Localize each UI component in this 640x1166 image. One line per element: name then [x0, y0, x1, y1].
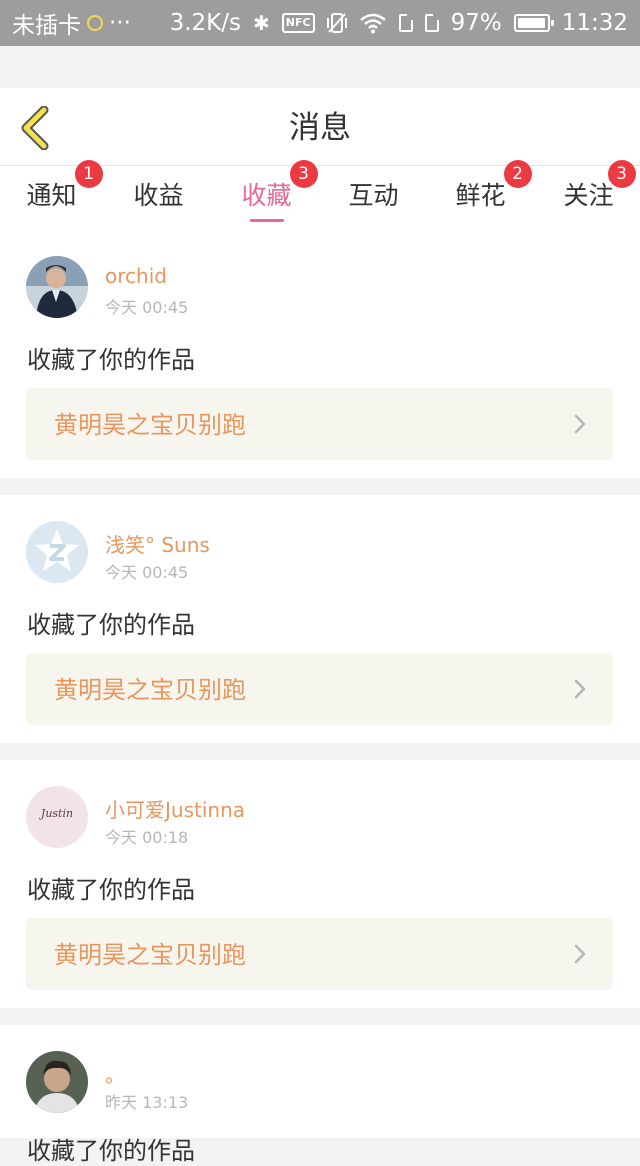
battery-percent: 97% [450, 10, 502, 36]
tab-favorites[interactable]: 收藏 3 [213, 160, 320, 230]
clock: 11:32 [561, 10, 628, 36]
work-link[interactable]: 黄明昊之宝贝别跑 [26, 918, 613, 990]
carrier-label: 未插卡 [12, 13, 81, 39]
more-dots: ··· [109, 10, 131, 36]
username[interactable]: 。 [105, 1059, 125, 1088]
tab-badge: 3 [289, 160, 318, 188]
tab-label: 收益 [133, 181, 184, 210]
sim2-icon [424, 14, 439, 32]
bluetooth-icon: ✱ [253, 11, 270, 35]
message-card: Justin 小可爱Justinna 今天 00:18 收藏了你的作品 黄明昊之… [0, 760, 640, 1008]
message-card: orchid 今天 00:45 收藏了你的作品 黄明昊之宝贝别跑 [0, 230, 640, 478]
action-text: 收藏了你的作品 [27, 346, 195, 374]
work-link[interactable]: 黄明昊之宝贝别跑 [26, 653, 613, 725]
battery-fill [517, 18, 545, 28]
tab-badge: 1 [74, 160, 103, 188]
sim1-icon [398, 14, 413, 32]
timestamp: 今天 00:45 [105, 298, 189, 317]
username[interactable]: 浅笑° Suns [105, 529, 210, 558]
avatar-text: Justin [40, 807, 74, 820]
avatar[interactable]: Justin [26, 786, 88, 848]
status-bar: 未插卡 ··· 3.2K/s ✱ NFC 97% 11:32 [0, 0, 640, 46]
avatar[interactable] [26, 1051, 88, 1113]
message-card: 。 昨天 13:13 收藏了你的作品 [0, 1025, 640, 1165]
tab-flowers[interactable]: 鲜花 2 [427, 160, 534, 230]
username[interactable]: 小可爱Justinna [105, 794, 245, 823]
timestamp: 今天 00:45 [105, 563, 189, 582]
tab-label: 关注 3 [563, 160, 636, 226]
avatar[interactable] [26, 256, 88, 318]
tab-follows[interactable]: 关注 3 [535, 160, 640, 230]
chevron-right-icon [574, 944, 586, 964]
header: 消息 [0, 88, 640, 166]
vibrate-icon [326, 13, 347, 33]
chevron-right-icon [574, 679, 586, 699]
page-title: 消息 [289, 110, 351, 146]
action-text: 收藏了你的作品 [27, 611, 195, 639]
tab-label: 互动 [348, 181, 399, 210]
work-title: 黄明昊之宝贝别跑 [54, 676, 246, 704]
username[interactable]: orchid [105, 264, 167, 288]
action-text: 收藏了你的作品 [27, 876, 195, 904]
lightbulb-icon [87, 15, 103, 31]
tab-label: 鲜花 2 [455, 160, 532, 226]
work-title: 黄明昊之宝贝别跑 [54, 941, 246, 969]
nfc-icon: NFC [281, 13, 315, 33]
battery-icon [513, 14, 554, 32]
wifi-icon [359, 13, 386, 34]
chevron-right-icon [574, 414, 586, 434]
timestamp: 今天 00:18 [105, 828, 189, 847]
timestamp: 昨天 13:13 [105, 1093, 189, 1112]
work-title: 黄明昊之宝贝别跑 [54, 411, 246, 439]
tab-label: 通知 1 [26, 160, 103, 226]
net-speed: 3.2K/s [169, 10, 242, 36]
message-card: 浅笑° Suns 今天 00:45 收藏了你的作品 黄明昊之宝贝别跑 [0, 495, 640, 743]
tab-badge: 2 [503, 160, 532, 188]
tab-badge: 3 [607, 160, 636, 188]
action-text: 收藏了你的作品 [27, 1137, 195, 1165]
active-tab-indicator [249, 219, 284, 222]
avatar[interactable] [26, 521, 88, 583]
tab-interactions[interactable]: 互动 [320, 166, 427, 230]
tab-bar: 通知 1 收益 收藏 3 互动 鲜花 2 关注 3 [0, 160, 640, 230]
tab-label: 收藏 3 [241, 160, 318, 226]
tab-notifications[interactable]: 通知 1 [0, 160, 105, 230]
tab-earnings[interactable]: 收益 [105, 166, 212, 230]
work-link[interactable]: 黄明昊之宝贝别跑 [26, 388, 613, 460]
